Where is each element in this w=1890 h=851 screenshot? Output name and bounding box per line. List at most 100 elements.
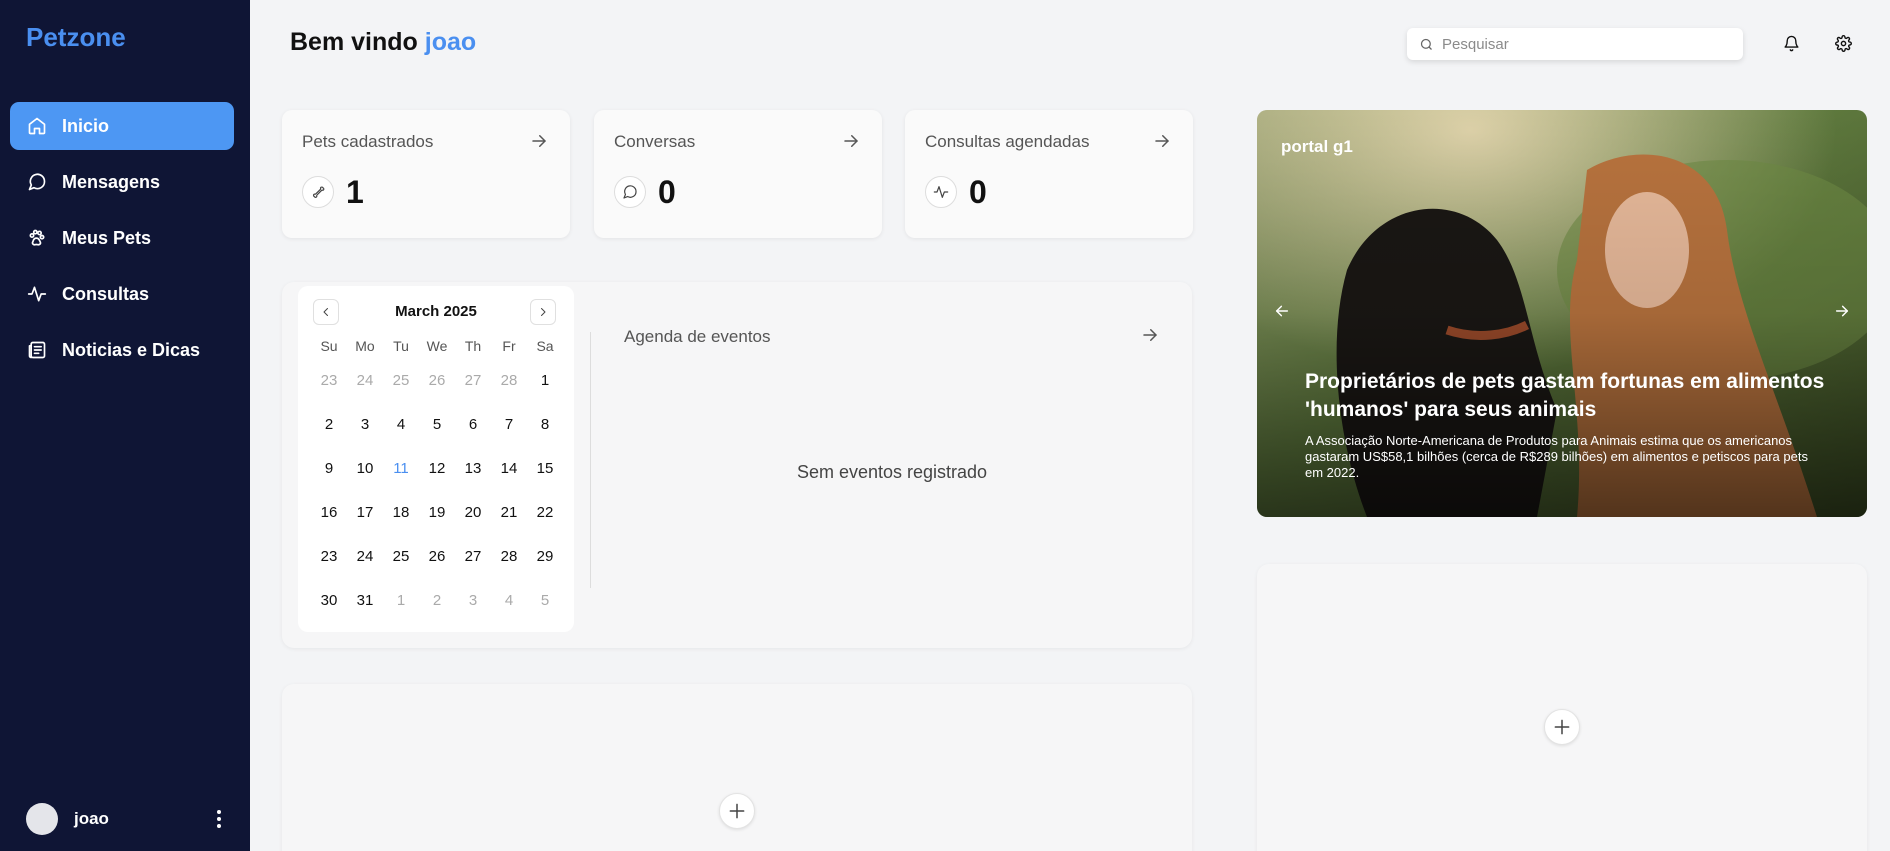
sidebar-item-meus-pets[interactable]: Meus Pets — [10, 214, 234, 262]
calendar-day[interactable]: 15 — [527, 446, 563, 490]
add-widget-button[interactable] — [719, 793, 755, 829]
arrow-right-icon[interactable] — [1141, 326, 1161, 346]
stat-card-pets[interactable]: Pets cadastrados 1 — [282, 110, 570, 238]
calendar-next-button[interactable] — [530, 299, 556, 325]
calendar-day[interactable]: 18 — [383, 490, 419, 534]
calendar-day[interactable]: 6 — [455, 402, 491, 446]
calendar-day[interactable]: 13 — [455, 446, 491, 490]
calendar-day[interactable]: 9 — [311, 446, 347, 490]
calendar-day[interactable]: 21 — [491, 490, 527, 534]
calendar-day[interactable]: 23 — [311, 534, 347, 578]
chat-bubble-icon — [614, 176, 646, 208]
more-options-icon[interactable] — [212, 807, 226, 831]
stat-title: Conversas — [614, 132, 696, 151]
calendar-weekday: Su — [320, 338, 338, 354]
calendar-day[interactable]: 27 — [455, 534, 491, 578]
stat-card-consultas[interactable]: Consultas agendadas 0 — [905, 110, 1193, 238]
arrow-right-icon[interactable] — [530, 132, 550, 152]
sidebar: Petzone Inicio Mensagens Meus Pets Consu… — [0, 0, 250, 851]
calendar-weekday: Th — [464, 338, 482, 354]
calendar-day[interactable]: 30 — [311, 578, 347, 622]
search-bar[interactable] — [1407, 28, 1743, 60]
user-name: joao — [74, 809, 109, 828]
calendar-day[interactable]: 2 — [311, 402, 347, 446]
sidebar-item-inicio[interactable]: Inicio — [10, 102, 234, 150]
gear-icon[interactable] — [1832, 32, 1854, 54]
calendar-day[interactable]: 26 — [419, 358, 455, 402]
add-widget-button[interactable] — [1544, 709, 1580, 745]
calendar-day[interactable]: 27 — [455, 358, 491, 402]
message-icon — [26, 171, 48, 193]
avatar[interactable] — [26, 803, 58, 835]
calendar-day[interactable]: 2 — [419, 578, 455, 622]
calendar-day[interactable]: 17 — [347, 490, 383, 534]
stat-value: 0 — [969, 174, 987, 210]
calendar-day[interactable]: 29 — [527, 534, 563, 578]
plus-icon — [729, 803, 745, 819]
calendar-day[interactable]: 23 — [311, 358, 347, 402]
calendar-day[interactable]: 28 — [491, 358, 527, 402]
calendar-day[interactable]: 11 — [383, 446, 419, 490]
calendar-day[interactable]: 3 — [455, 578, 491, 622]
news-headline[interactable]: Proprietários de pets gastam fortunas em… — [1305, 368, 1835, 424]
sidebar-item-label: Noticias e Dicas — [62, 339, 201, 360]
arrow-right-icon[interactable] — [1153, 132, 1173, 152]
calendar-day[interactable]: 4 — [491, 578, 527, 622]
plus-icon — [1554, 719, 1570, 735]
carousel-next-arrow-icon[interactable] — [1831, 300, 1853, 322]
stat-card-conversas[interactable]: Conversas 0 — [594, 110, 882, 238]
calendar-day[interactable]: 8 — [527, 402, 563, 446]
calendar-day[interactable]: 4 — [383, 402, 419, 446]
welcome-text: Bem vindo — [290, 28, 418, 56]
calendar: March 2025 Su Mo Tu We Th Fr Sa 23 24 25 26 27 28 1 2 3… — [298, 286, 574, 632]
calendar-day[interactable]: 5 — [419, 402, 455, 446]
carousel-prev-arrow-icon[interactable] — [1271, 300, 1293, 322]
bone-icon — [302, 176, 334, 208]
calendar-day[interactable]: 25 — [383, 358, 419, 402]
empty-widget-slot — [1257, 564, 1867, 851]
calendar-day[interactable]: 7 — [491, 402, 527, 446]
calendar-day[interactable]: 1 — [527, 358, 563, 402]
calendar-day[interactable]: 14 — [491, 446, 527, 490]
panel-divider — [590, 332, 591, 588]
search-icon — [1420, 38, 1432, 50]
paw-icon — [26, 227, 48, 249]
calendar-day[interactable]: 16 — [311, 490, 347, 534]
sidebar-item-noticias[interactable]: Noticias e Dicas — [10, 326, 234, 374]
activity-icon — [26, 283, 48, 305]
sidebar-item-label: Meus Pets — [62, 227, 152, 248]
page-title: Bem vindo joao — [290, 28, 476, 57]
calendar-day[interactable]: 22 — [527, 490, 563, 534]
calendar-day[interactable]: 28 — [491, 534, 527, 578]
calendar-day[interactable]: 24 — [347, 534, 383, 578]
sidebar-item-label: Inicio — [62, 115, 110, 136]
news-summary: A Associação Norte-Americana de Produtos… — [1305, 433, 1808, 480]
events-empty-message: Sem eventos registrado — [796, 462, 988, 482]
newspaper-icon — [26, 339, 48, 361]
home-icon — [26, 115, 48, 137]
news-card[interactable]: portal g1 Proprietários de pets gastam f… — [1257, 110, 1867, 517]
user-profile[interactable]: joao — [26, 803, 226, 835]
calendar-weekday: Sa — [536, 338, 554, 354]
calendar-day[interactable]: 5 — [527, 578, 563, 622]
bell-icon[interactable] — [1780, 32, 1802, 54]
calendar-day[interactable]: 1 — [383, 578, 419, 622]
sidebar-nav: Inicio Mensagens Meus Pets Consultas Not… — [10, 102, 234, 382]
sidebar-item-consultas[interactable]: Consultas — [10, 270, 234, 318]
stat-title: Consultas agendadas — [925, 132, 1090, 151]
arrow-right-icon[interactable] — [842, 132, 862, 152]
calendar-day[interactable]: 25 — [383, 534, 419, 578]
calendar-weekday: Tu — [393, 338, 409, 354]
calendar-day[interactable]: 24 — [347, 358, 383, 402]
calendar-weekday: Fr — [502, 338, 516, 354]
calendar-day[interactable]: 31 — [347, 578, 383, 622]
search-input[interactable] — [1442, 35, 1732, 53]
calendar-day[interactable]: 12 — [419, 446, 455, 490]
calendar-day[interactable]: 26 — [419, 534, 455, 578]
calendar-day[interactable]: 19 — [419, 490, 455, 534]
calendar-day[interactable]: 20 — [455, 490, 491, 534]
brand-logo[interactable]: Petzone — [26, 22, 126, 53]
calendar-day[interactable]: 10 — [347, 446, 383, 490]
sidebar-item-mensagens[interactable]: Mensagens — [10, 158, 234, 206]
calendar-day[interactable]: 3 — [347, 402, 383, 446]
